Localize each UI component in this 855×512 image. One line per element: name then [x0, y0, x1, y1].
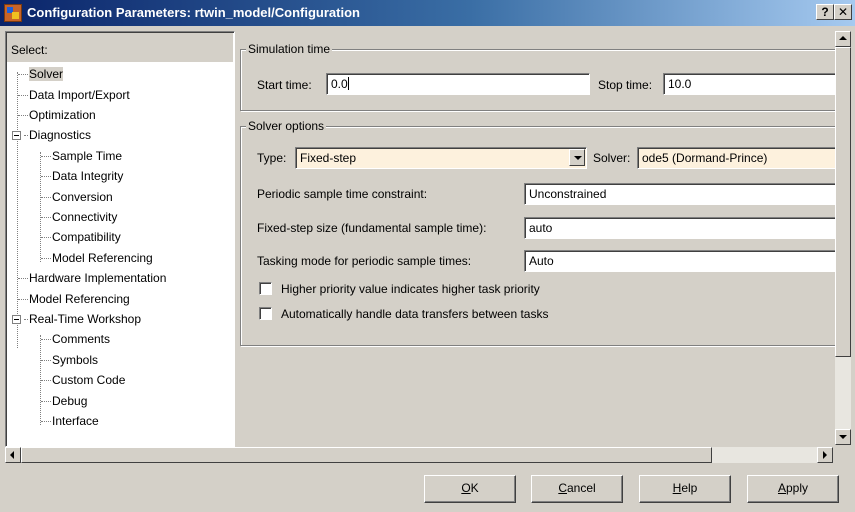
cancel-button[interactable]: Cancel	[531, 475, 623, 503]
tree-item-label: Hardware Implementation	[29, 271, 167, 285]
periodic-constraint-label: Periodic sample time constraint:	[257, 187, 428, 201]
tree-item-optimization[interactable]: Optimization	[18, 105, 96, 125]
tree-item-diagnostics[interactable]: Diagnostics	[12, 125, 91, 145]
tree-item-diag-model-referencing[interactable]: Model Referencing	[41, 248, 153, 268]
tree-item-connectivity[interactable]: Connectivity	[41, 207, 117, 227]
start-time-field[interactable]: 0.0	[326, 73, 590, 95]
tree-item-label: Interface	[52, 414, 99, 428]
collapse-icon[interactable]	[12, 131, 21, 141]
auto-data-transfer-checkbox[interactable]	[259, 307, 272, 320]
solver-label: Solver:	[593, 151, 631, 165]
apply-button[interactable]: Apply	[747, 475, 839, 503]
tree-item-label: Compatibility	[52, 230, 121, 244]
tree-item-label: Real-Time Workshop	[29, 312, 142, 326]
tree-item-label: Sample Time	[52, 149, 123, 163]
tree-item-label: Connectivity	[52, 210, 118, 224]
periodic-constraint-select[interactable]: Unconstrained	[524, 183, 835, 205]
ok-button[interactable]: OK	[424, 475, 516, 503]
tree-item-conversion[interactable]: Conversion	[41, 187, 113, 207]
type-label: Type:	[257, 151, 287, 165]
select-tree[interactable]: Select: Solver Data Import/Export Optimi…	[5, 31, 235, 447]
tree-item-label: Solver	[29, 67, 64, 81]
group-title: Solver options	[246, 119, 327, 133]
chevron-down-icon[interactable]	[569, 149, 585, 166]
tree-item-label: Data Import/Export	[29, 88, 130, 102]
tree-item-label: Model Referencing	[52, 251, 153, 265]
scroll-up-icon[interactable]	[835, 31, 851, 47]
tree-item-real-time-workshop[interactable]: Real-Time Workshop	[12, 309, 141, 329]
title-bar[interactable]: Configuration Parameters: rtwin_model/Co…	[0, 0, 855, 26]
close-button[interactable]: ✕	[834, 4, 852, 20]
collapse-icon[interactable]	[12, 315, 21, 325]
tree-item-data-integrity[interactable]: Data Integrity	[41, 166, 123, 186]
scroll-down-icon[interactable]	[835, 429, 851, 445]
tree-item-interface[interactable]: Interface	[41, 411, 99, 431]
start-time-value: 0.0	[331, 77, 348, 91]
solver-select[interactable]: ode5 (Dormand-Prince)	[637, 147, 835, 169]
tree-item-label: Diagnostics	[29, 128, 92, 142]
vertical-scroll-thumb[interactable]	[835, 47, 851, 357]
tasking-mode-select[interactable]: Auto	[524, 250, 835, 272]
tree-item-label: Symbols	[52, 353, 99, 367]
tree-header: Select:	[7, 33, 233, 63]
tree-item-sample-time[interactable]: Sample Time	[41, 146, 122, 166]
stop-time-label: Stop time:	[598, 78, 653, 92]
horizontal-scroll-thumb[interactable]	[21, 447, 712, 463]
tree-item-symbols[interactable]: Symbols	[41, 350, 98, 370]
tree-item-compatibility[interactable]: Compatibility	[41, 227, 121, 247]
tree-item-label: Comments	[52, 332, 111, 346]
step-size-field[interactable]: auto	[524, 217, 835, 239]
tree-item-label: Model Referencing	[29, 292, 130, 306]
higher-priority-label: Higher priority value indicates higher t…	[281, 282, 540, 296]
tree-item-solver[interactable]: Solver	[18, 64, 64, 84]
step-size-label: Fixed-step size (fundamental sample time…	[257, 221, 487, 235]
auto-data-transfer-label: Automatically handle data transfers betw…	[281, 307, 549, 321]
tree-item-data-import-export[interactable]: Data Import/Export	[18, 85, 130, 105]
stop-time-field[interactable]: 10.0	[663, 73, 835, 95]
start-time-label: Start time:	[257, 78, 312, 92]
scroll-right-icon[interactable]	[817, 447, 833, 463]
help-title-button[interactable]: ?	[816, 4, 834, 20]
tasking-mode-label: Tasking mode for periodic sample times:	[257, 254, 472, 268]
tree-item-label: Debug	[52, 394, 88, 408]
vertical-scrollbar[interactable]	[835, 31, 851, 445]
tree-item-hardware-implementation[interactable]: Hardware Implementation	[18, 268, 166, 288]
tree-item-debug[interactable]: Debug	[41, 391, 87, 411]
horizontal-scrollbar[interactable]	[5, 447, 833, 463]
tree-item-label: Data Integrity	[52, 169, 124, 183]
app-icon	[4, 4, 22, 22]
tree-item-custom-code[interactable]: Custom Code	[41, 370, 125, 390]
tree-item-comments[interactable]: Comments	[41, 329, 110, 349]
tree-item-label: Optimization	[29, 108, 96, 122]
help-button[interactable]: Help	[639, 475, 731, 503]
higher-priority-checkbox[interactable]	[259, 282, 272, 295]
scroll-left-icon[interactable]	[5, 447, 21, 463]
tree-item-model-referencing[interactable]: Model Referencing	[18, 289, 130, 309]
tree-item-label: Conversion	[52, 190, 113, 204]
type-value: Fixed-step	[300, 151, 357, 165]
tree-item-label: Custom Code	[52, 373, 126, 387]
type-select[interactable]: Fixed-step	[295, 147, 587, 169]
settings-pane: Simulation time Start time: 0.0 Stop tim…	[237, 31, 835, 445]
window-title: Configuration Parameters: rtwin_model/Co…	[27, 5, 360, 20]
group-title: Simulation time	[246, 42, 333, 56]
configuration-dialog: Configuration Parameters: rtwin_model/Co…	[0, 0, 855, 512]
